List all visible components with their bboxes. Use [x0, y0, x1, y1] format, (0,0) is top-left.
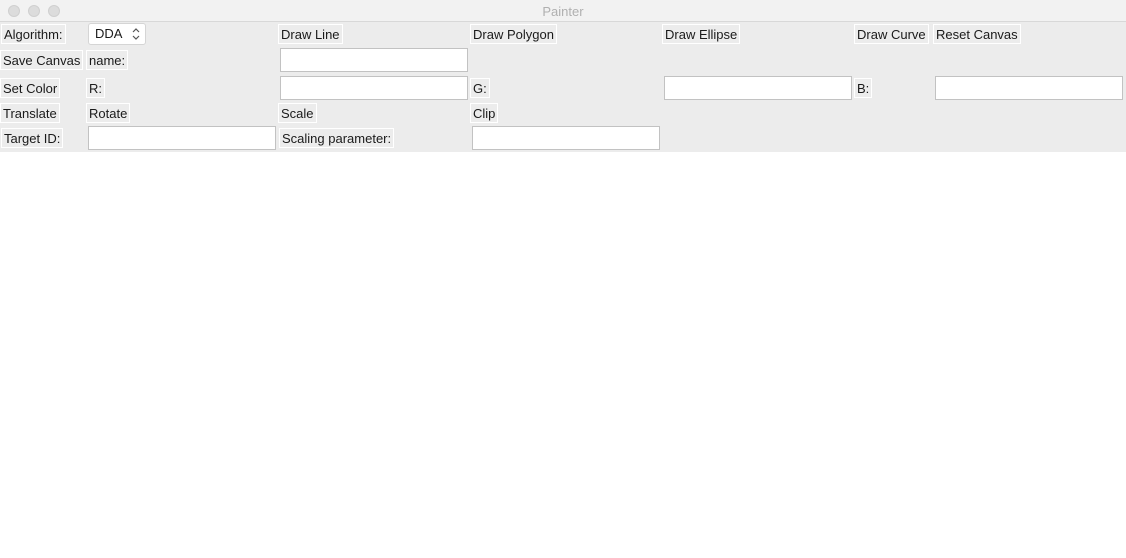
b-label: B: [854, 78, 873, 98]
name-label: name: [86, 50, 129, 70]
translate-button[interactable]: Translate [0, 103, 60, 123]
g-label: G: [470, 78, 490, 98]
target-id-label: Target ID: [1, 128, 64, 148]
reset-canvas-button[interactable]: Reset Canvas [933, 24, 1021, 44]
rotate-button[interactable]: Rotate [86, 103, 131, 123]
g-input[interactable] [664, 76, 852, 100]
save-canvas-button[interactable]: Save Canvas [0, 50, 84, 70]
draw-polygon-button[interactable]: Draw Polygon [470, 24, 557, 44]
select-arrows-icon [132, 28, 140, 40]
algorithm-label: Algorithm: [1, 24, 66, 44]
r-label: R: [86, 78, 105, 98]
b-input[interactable] [935, 76, 1123, 100]
scaling-parameter-label: Scaling parameter: [279, 128, 395, 148]
draw-curve-button[interactable]: Draw Curve [854, 24, 929, 44]
r-input[interactable] [280, 76, 468, 100]
draw-line-button[interactable]: Draw Line [278, 24, 343, 44]
name-input[interactable] [280, 48, 468, 72]
algorithm-select-value: DDA [95, 26, 123, 41]
draw-ellipse-button[interactable]: Draw Ellipse [662, 24, 741, 44]
clip-button[interactable]: Clip [470, 103, 499, 123]
title-bar: Painter [0, 0, 1126, 22]
target-id-input[interactable] [88, 126, 276, 150]
window-title: Painter [542, 4, 584, 19]
set-color-button[interactable]: Set Color [0, 78, 61, 98]
drawing-canvas[interactable] [0, 152, 1126, 558]
scale-button[interactable]: Scale [278, 103, 317, 123]
scaling-parameter-input[interactable] [472, 126, 660, 150]
algorithm-select[interactable]: DDA [88, 23, 146, 45]
